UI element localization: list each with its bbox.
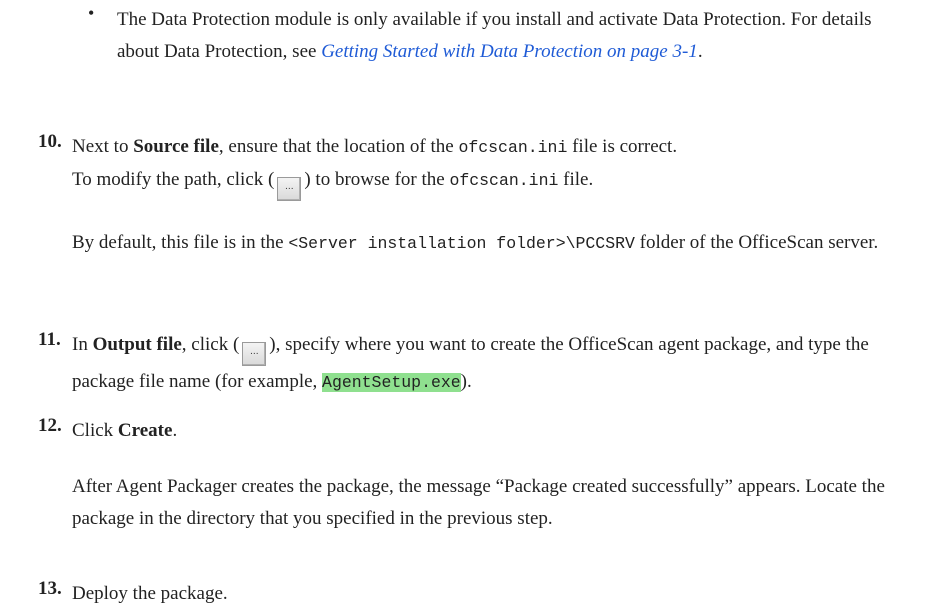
text: folder of the OfficeScan server.	[634, 232, 879, 253]
text: file is correct.	[567, 136, 678, 157]
ui-term-source-file: Source file	[133, 136, 219, 157]
step-number: 11.	[38, 329, 61, 350]
text: To modify the path, click (	[72, 169, 275, 190]
step-number: 10.	[38, 131, 62, 152]
text: By default, this file is in the	[72, 232, 289, 253]
ui-term-output-file: Output file	[92, 334, 182, 355]
text: ) to browse for the	[304, 169, 450, 190]
ui-term-create: Create	[117, 420, 173, 441]
step-number: 13.	[38, 578, 62, 599]
step-number: 12.	[38, 415, 62, 436]
filename-code: ofcscan.ini	[449, 171, 559, 190]
step-12-note: After Agent Packager creates the package…	[72, 476, 885, 529]
browse-button-icon: ...	[277, 177, 302, 201]
step-13-instruction: Deploy the package.	[72, 583, 228, 604]
text: file.	[558, 169, 594, 190]
bullet-symbol: •	[88, 3, 95, 23]
step-10-instruction: Next to Source file, ensure that the loc…	[72, 131, 912, 201]
step-11-instruction: In Output file, click (...), specify whe…	[72, 329, 912, 399]
text: ).	[460, 371, 472, 392]
browse-button-icon: ...	[242, 342, 267, 366]
example-filename-code: AgentSetup.exe	[322, 373, 461, 392]
text: Next to	[72, 136, 134, 157]
filename-code: ofcscan.ini	[458, 138, 568, 157]
text: , ensure that the location of the	[218, 136, 459, 157]
text: .	[172, 420, 178, 441]
step-12-instruction: Click Create.	[72, 415, 912, 447]
step-10-note: By default, this file is in the <Server …	[72, 227, 912, 260]
bullet-text-after: .	[697, 41, 703, 62]
cross-reference-link[interactable]: Getting Started with Data Protection on …	[321, 41, 698, 62]
text: , click (	[181, 334, 240, 355]
bullet-text: The Data Protection module is only avail…	[117, 4, 907, 68]
text: Click	[72, 420, 118, 441]
text: In	[72, 334, 93, 355]
folder-path-code: <Server installation folder>\PCCSRV	[288, 234, 635, 253]
